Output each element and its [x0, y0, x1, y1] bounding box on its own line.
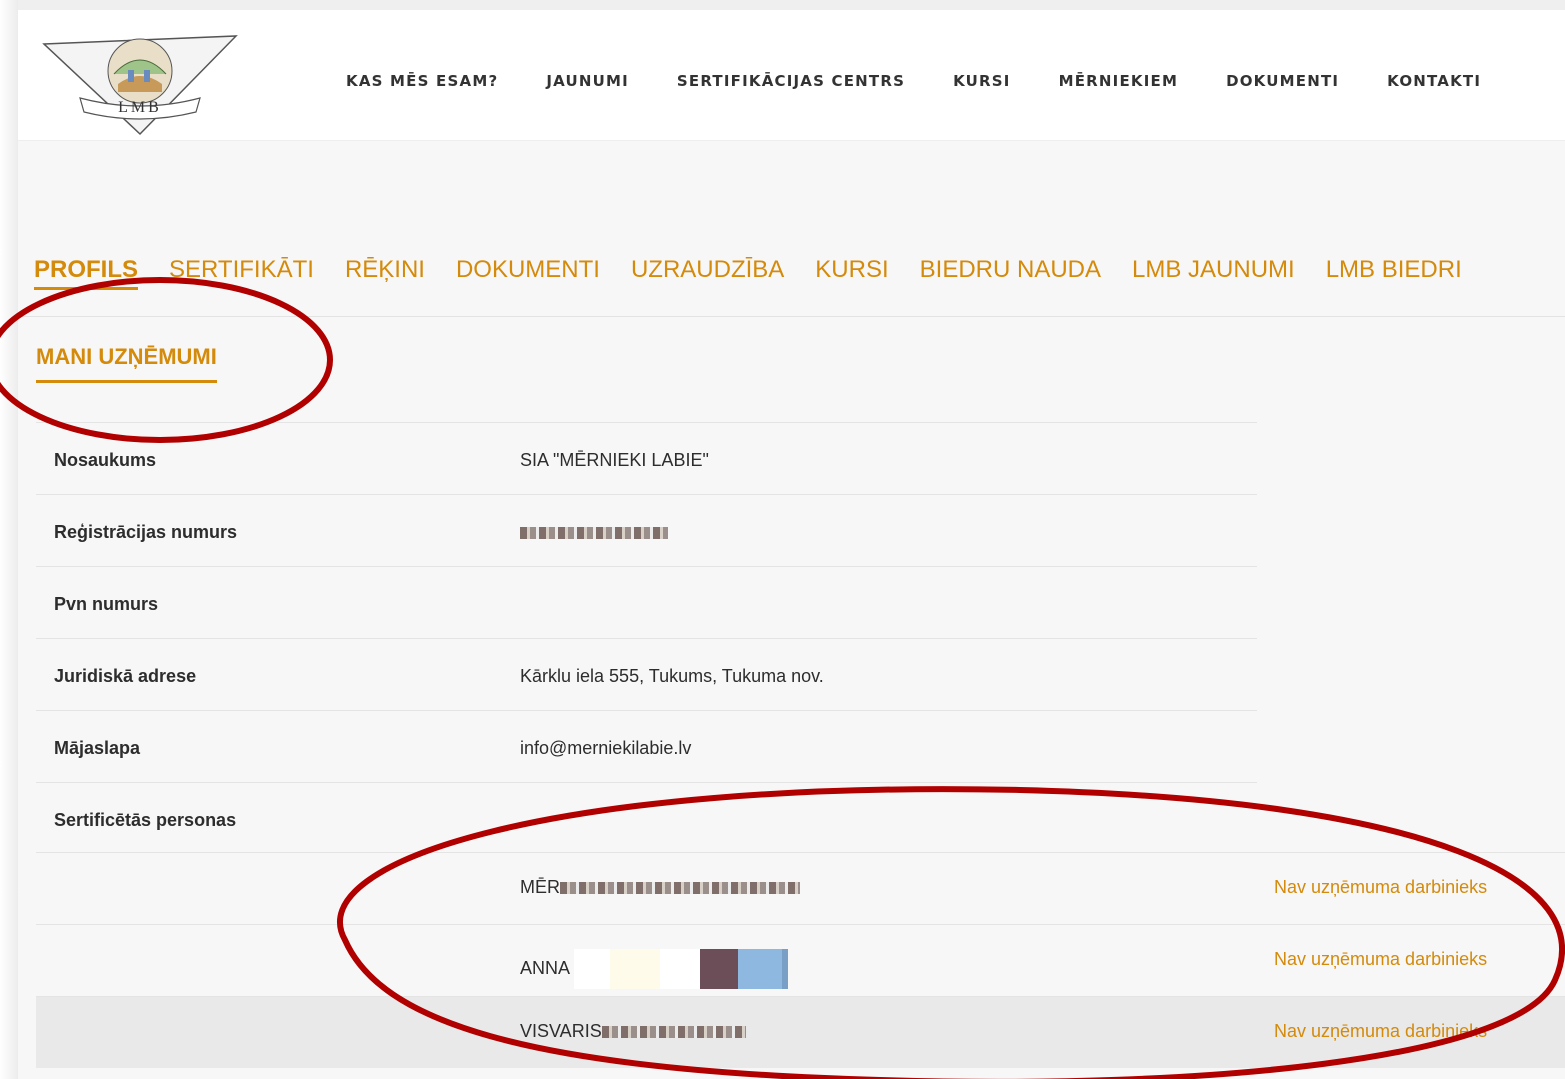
- table-row: Reģistrācijas numurs: [36, 494, 1257, 566]
- topnav-merniekiem[interactable]: MĒRNIEKIEM: [1059, 72, 1178, 90]
- employee-status-link[interactable]: Nav uzņēmuma darbinieks: [1274, 949, 1487, 970]
- legal-address-value: Kārklu iela 555, Tukums, Tukuma nov.: [520, 666, 824, 686]
- certified-persons-list: MĒR Nav uzņēmuma darbinieks ANNA Nav uzņ…: [36, 852, 1565, 1068]
- profile-tabs: PROFILS SERTIFIKĀTI RĒĶINI DOKUMENTI UZR…: [34, 256, 1493, 290]
- row-label: Mājaslapa: [54, 738, 141, 758]
- tab-uzraudziba[interactable]: UZRAUDZĪBA: [631, 256, 784, 290]
- redacted-name: [560, 882, 800, 895]
- tab-kursi[interactable]: KURSI: [815, 256, 888, 290]
- row-label: Sertificētās personas: [54, 810, 237, 830]
- topnav-kursi[interactable]: KURSI: [953, 72, 1010, 90]
- row-label: Nosaukums: [54, 450, 157, 470]
- window-top-edge: [0, 0, 1565, 10]
- tab-lmb-biedri[interactable]: LMB BIEDRI: [1326, 256, 1462, 290]
- list-item: MĒR Nav uzņēmuma darbinieks: [36, 852, 1565, 924]
- table-row: Nosaukums SIA "MĒRNIEKI LABIE": [36, 422, 1257, 494]
- topnav-jaunumi[interactable]: JAUNUMI: [546, 72, 629, 90]
- table-row: Pvn numurs: [36, 566, 1257, 638]
- employee-status-link[interactable]: Nav uzņēmuma darbinieks: [1274, 877, 1487, 898]
- topnav-dokumenti[interactable]: DOKUMENTI: [1226, 72, 1339, 90]
- logo-text: LMB: [118, 99, 162, 116]
- person-name: VISVARIS: [520, 1021, 746, 1042]
- table-row: Mājaslapa info@merniekilabie.lv: [36, 710, 1257, 782]
- tab-rekini[interactable]: RĒĶINI: [345, 256, 425, 290]
- list-item: VISVARIS Nav uzņēmuma darbinieks: [36, 996, 1565, 1068]
- redacted-name: [574, 949, 789, 989]
- person-name-text: ANNA: [520, 957, 571, 978]
- person-name-text: MĒR: [520, 877, 560, 897]
- person-name: ANNA: [520, 949, 789, 989]
- tab-biedru-nauda[interactable]: BIEDRU NAUDA: [920, 256, 1101, 290]
- list-item: ANNA Nav uzņēmuma darbinieks: [36, 924, 1565, 996]
- tabs-divider: [18, 316, 1565, 317]
- topnav-kas-mes-esam[interactable]: KAS MĒS ESAM?: [346, 72, 498, 90]
- topnav-sertifikacijas-centrs[interactable]: SERTIFIKĀCIJAS CENTRS: [677, 72, 905, 90]
- registration-number-value: [520, 522, 668, 543]
- section-title: MANI UZŅĒMUMI: [36, 344, 217, 383]
- table-row: Sertificētās personas: [36, 782, 1257, 854]
- tab-lmb-jaunumi[interactable]: LMB JAUNUMI: [1132, 256, 1295, 290]
- window-left-edge: [0, 0, 18, 1079]
- website-value: info@merniekilabie.lv: [520, 738, 692, 758]
- redacted-name: [601, 1026, 746, 1039]
- tab-sertifikati[interactable]: SERTIFIKĀTI: [169, 256, 314, 290]
- person-name: MĒR: [520, 877, 800, 898]
- redacted-registration-number: [520, 527, 668, 540]
- tab-dokumenti[interactable]: DOKUMENTI: [456, 256, 600, 290]
- lmb-logo[interactable]: LMB: [40, 26, 240, 138]
- row-label: Juridiskā adrese: [54, 666, 197, 686]
- company-details-table: Nosaukums SIA "MĒRNIEKI LABIE" Reģistrāc…: [36, 422, 1257, 854]
- employee-status-link[interactable]: Nav uzņēmuma darbinieks: [1274, 1021, 1487, 1042]
- site-header: LMB KAS MĒS ESAM? JAUNUMI SERTIFIKĀCIJAS…: [18, 10, 1565, 141]
- tab-profils[interactable]: PROFILS: [34, 256, 139, 290]
- top-navigation: KAS MĒS ESAM? JAUNUMI SERTIFIKĀCIJAS CEN…: [346, 72, 1481, 90]
- table-row: Juridiskā adrese Kārklu iela 555, Tukums…: [36, 638, 1257, 710]
- company-name-value: SIA "MĒRNIEKI LABIE": [520, 450, 709, 470]
- row-label: Pvn numurs: [54, 594, 159, 614]
- topnav-kontakti[interactable]: KONTAKTI: [1387, 72, 1481, 90]
- row-label: Reģistrācijas numurs: [54, 522, 238, 542]
- person-name-text: VISVARIS: [520, 1021, 602, 1041]
